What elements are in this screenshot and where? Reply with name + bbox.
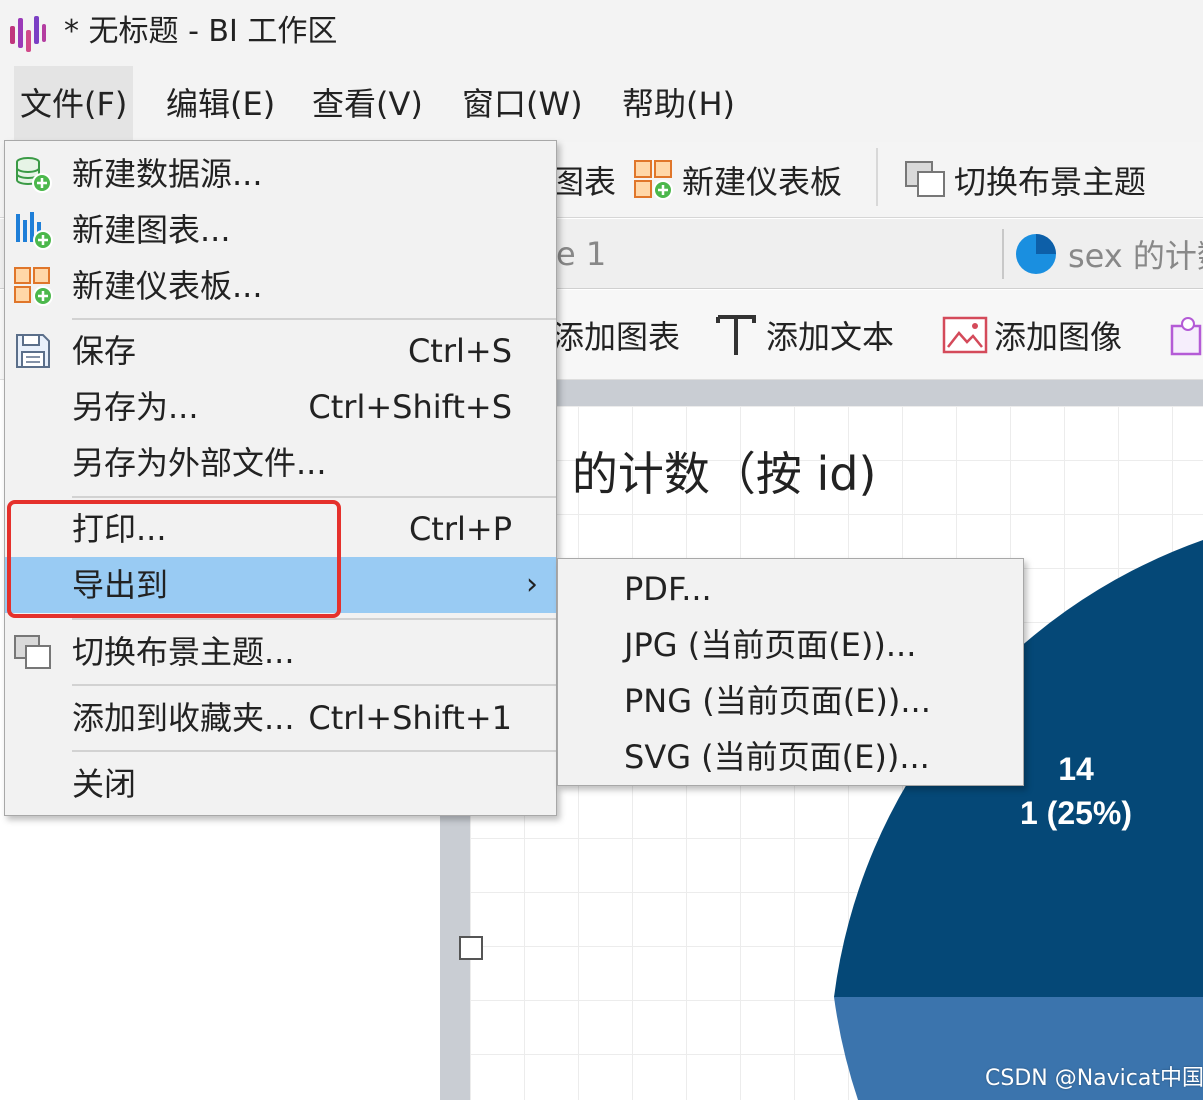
save-icon: [16, 334, 50, 368]
export-item-label: PNG (当前页面(E))...: [624, 682, 931, 720]
menu-separator: [72, 684, 556, 686]
text-icon: [716, 315, 756, 355]
menu-item-shortcut: Ctrl+S: [407, 332, 512, 370]
export-item-label: JPG (当前页面(E))...: [624, 626, 917, 664]
menu-item-label: 另存为外部文件...: [72, 444, 327, 482]
pie-chart-icon: [1016, 234, 1056, 274]
chart-title: x 的计数（按 id): [530, 447, 877, 501]
menu-item-label: 添加到收藏夹...: [72, 699, 295, 737]
chevron-right-icon: ›: [526, 567, 538, 602]
annotation-highlight-box: [7, 500, 341, 618]
menu-item-shortcut: Ctrl+Shift+S: [308, 388, 512, 426]
menu-window[interactable]: 窗口(W): [456, 66, 589, 142]
add-chart-label: 添加图表: [552, 318, 681, 356]
menu-item-new-dashboard[interactable]: 新建仪表板...: [5, 258, 556, 314]
toolbar-switch-theme-button[interactable]: 切换布景主题: [904, 142, 1146, 218]
file-menu: 新建数据源... 新建图表... 新建仪表板... 保存 Ctrl+S 另存为.…: [4, 140, 557, 816]
switch-theme-icon: [905, 161, 945, 197]
add-image-label: 添加图像: [994, 318, 1123, 356]
new-dashboard-icon: [634, 160, 673, 200]
menu-separator: [72, 318, 556, 320]
menu-edit[interactable]: 编辑(E): [160, 66, 281, 142]
add-chart-button[interactable]: 添加图表: [552, 290, 680, 380]
switch-theme-icon: [14, 635, 51, 669]
menu-item-new-datasource[interactable]: 新建数据源...: [5, 146, 556, 202]
menu-item-label: 新建数据源...: [72, 155, 263, 193]
watermark: CSDN @Navicat中国: [985, 1066, 1203, 1091]
toolbar-new-chart-label: 图表: [552, 163, 617, 201]
menu-separator: [72, 618, 556, 620]
menu-item-shortcut: Ctrl+P: [408, 510, 512, 548]
new-chart-icon: [16, 212, 53, 250]
menu-item-shortcut: Ctrl+Shift+1: [308, 699, 512, 737]
menu-item-label: 关闭: [72, 765, 137, 803]
menu-item-label: 另存为...: [72, 388, 199, 426]
title-bar: * 无标题 - BI 工作区: [0, 0, 1203, 66]
menu-item-switch-theme[interactable]: 切换布景主题...: [5, 624, 556, 680]
menu-separator: [72, 496, 556, 498]
menu-file[interactable]: 文件(F): [14, 66, 134, 142]
toolbar-switch-theme-label: 切换布景主题: [954, 163, 1147, 201]
menu-item-close[interactable]: 关闭: [5, 756, 556, 812]
menu-item-save[interactable]: 保存 Ctrl+S: [5, 323, 556, 379]
menu-view[interactable]: 查看(V): [306, 66, 429, 142]
toolbar-separator: [876, 148, 878, 206]
add-image-button[interactable]: 添加图像: [942, 290, 1122, 380]
tab-separator: [1002, 229, 1004, 279]
app-logo-icon: [10, 16, 46, 52]
toolbar-new-chart-button[interactable]: 图表: [552, 142, 616, 218]
menu-item-save-as-external[interactable]: 另存为外部文件...: [5, 435, 556, 491]
export-item-png[interactable]: PNG (当前页面(E))...: [558, 673, 1023, 729]
export-submenu: PDF... JPG (当前页面(E))... PNG (当前页面(E))...…: [557, 558, 1024, 786]
tab-sex-count-label: sex 的计数: [1068, 237, 1203, 275]
pie-label-category: 14: [1058, 751, 1094, 787]
export-item-label: PDF...: [624, 570, 712, 608]
menu-separator: [72, 750, 556, 752]
window-title: * 无标题 - BI 工作区: [64, 14, 338, 49]
menu-bar: 文件(F) 编辑(E) 查看(V) 窗口(W) 帮助(H): [0, 66, 1203, 142]
toolbar-new-dashboard-button[interactable]: 新建仪表板: [632, 142, 842, 218]
add-text-label: 添加文本: [766, 318, 895, 356]
tab-dashboard[interactable]: e 1: [556, 219, 606, 289]
toolbar-new-dashboard-label: 新建仪表板: [682, 163, 843, 201]
new-datasource-icon: [16, 157, 52, 193]
menu-help[interactable]: 帮助(H): [616, 66, 741, 142]
export-item-jpg[interactable]: JPG (当前页面(E))...: [558, 617, 1023, 673]
add-text-button[interactable]: 添加文本: [714, 290, 894, 380]
export-item-pdf[interactable]: PDF...: [558, 561, 1023, 617]
shape-icon[interactable]: [1168, 316, 1203, 356]
menu-item-label: 新建图表...: [72, 211, 231, 249]
menu-item-new-chart[interactable]: 新建图表...: [5, 202, 556, 258]
export-item-svg[interactable]: SVG (当前页面(E))...: [558, 729, 1023, 785]
menu-item-save-as[interactable]: 另存为... Ctrl+Shift+S: [5, 379, 556, 435]
menu-item-label: 保存: [72, 332, 137, 370]
menu-item-label: 切换布景主题...: [72, 633, 295, 671]
export-item-label: SVG (当前页面(E))...: [624, 738, 930, 776]
menu-item-add-favorites[interactable]: 添加到收藏夹... Ctrl+Shift+1: [5, 690, 556, 746]
menu-item-label: 新建仪表板...: [72, 267, 263, 305]
image-icon: [942, 316, 988, 354]
resize-handle[interactable]: [459, 936, 483, 960]
new-dashboard-icon: [14, 267, 53, 306]
tab-sex-count[interactable]: sex 的计数: [1014, 219, 1203, 289]
pie-label-value: 1 (25%): [1020, 795, 1132, 831]
